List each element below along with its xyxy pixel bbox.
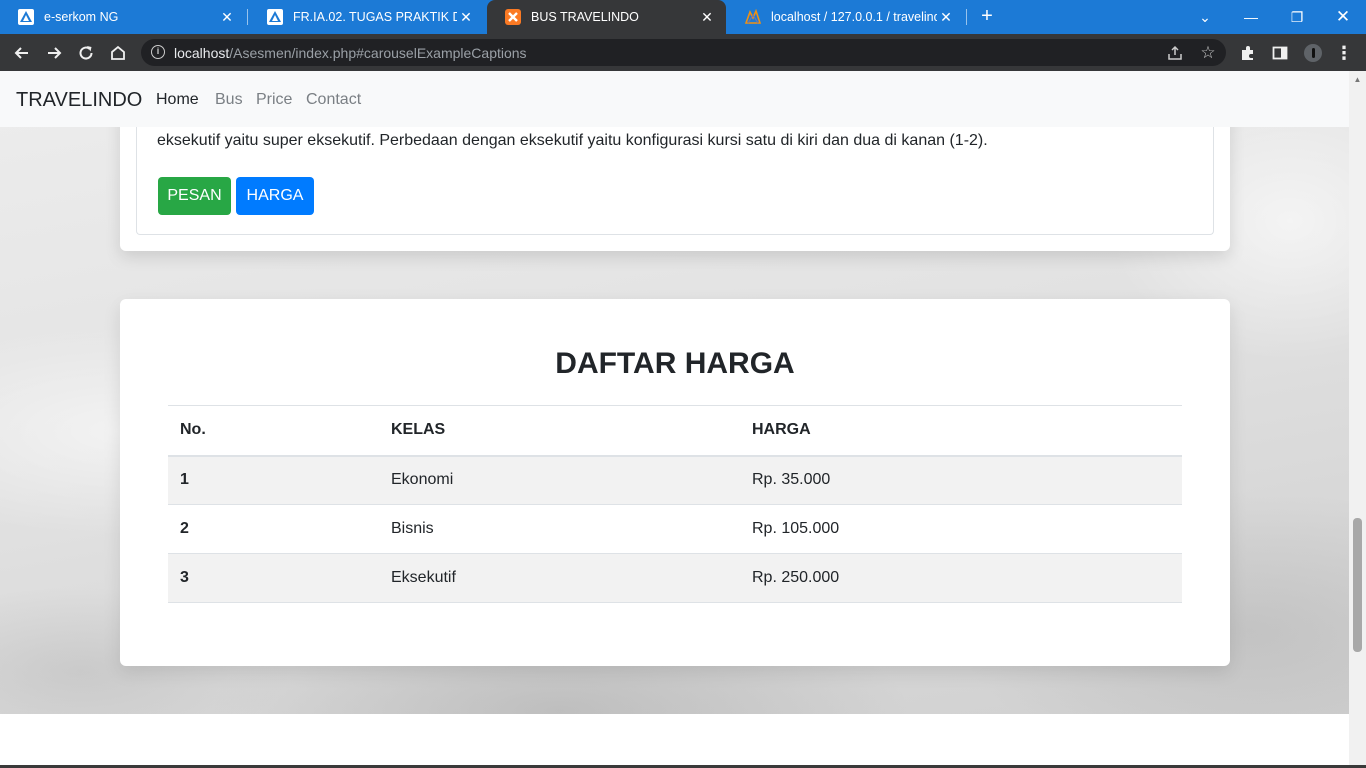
scrollbar-thumb[interactable]	[1353, 518, 1362, 652]
table-row: 2 Bisnis Rp. 105.000	[168, 504, 1182, 554]
row-kelas: Ekonomi	[379, 455, 740, 505]
row-number: 2	[168, 504, 379, 554]
tab-title: BUS TRAVELINDO	[531, 10, 639, 24]
triangle-logo-icon	[18, 9, 34, 25]
side-panel-icon[interactable]	[1267, 40, 1293, 66]
close-icon[interactable]: ✕	[218, 9, 236, 26]
row-kelas: Bisnis	[379, 504, 740, 554]
tab-separator	[966, 9, 967, 25]
back-icon[interactable]	[9, 40, 35, 66]
close-icon[interactable]: ✕	[457, 9, 475, 26]
home-icon[interactable]	[105, 40, 131, 66]
address-bar[interactable]: i localhost/Asesmen/index.php#carouselEx…	[141, 39, 1226, 66]
info-icon[interactable]: i	[151, 45, 165, 59]
table-row: 3 Eksekutif Rp. 250.000	[168, 553, 1182, 603]
new-tab-button[interactable]: +	[976, 5, 998, 29]
close-icon[interactable]: ✕	[698, 9, 716, 26]
nav-link-contact[interactable]: Contact	[306, 91, 361, 109]
page-scrollbar[interactable]: ▲	[1349, 71, 1366, 768]
restore-icon[interactable]: ❐	[1274, 0, 1320, 34]
pesan-button[interactable]: PESAN	[158, 177, 231, 215]
xampp-icon	[505, 9, 521, 25]
navbar-brand[interactable]: TRAVELINDO	[16, 89, 142, 112]
share-icon[interactable]	[1165, 43, 1185, 63]
row-kelas: Eksekutif	[379, 553, 740, 603]
triangle-logo-icon	[267, 9, 283, 25]
close-icon[interactable]: ✕	[937, 9, 955, 26]
price-table: No. KELAS HARGA 1 Ekonomi Rp. 35.000 2 B…	[168, 405, 1182, 603]
phpmyadmin-icon	[745, 9, 761, 25]
reload-icon[interactable]	[73, 40, 99, 66]
column-header-kelas: KELAS	[379, 405, 740, 457]
nav-link-home[interactable]: Home	[156, 91, 199, 109]
price-title: DAFTAR HARGA	[555, 347, 795, 380]
harga-button[interactable]: HARGA	[236, 177, 314, 215]
window-close-icon[interactable]: ✕	[1320, 0, 1366, 34]
column-header-harga: HARGA	[740, 405, 1182, 457]
site-navbar: TRAVELINDO Home Bus Price Contact	[0, 71, 1349, 127]
scroll-up-arrow-icon[interactable]: ▲	[1349, 71, 1366, 88]
forward-icon[interactable]	[41, 40, 67, 66]
url-text: localhost/Asesmen/index.php#carouselExam…	[174, 45, 527, 61]
tab-title: localhost / 127.0.0.1 / travelindo	[771, 10, 937, 24]
column-header-no: No.	[168, 405, 379, 457]
row-harga: Rp. 105.000	[740, 504, 1182, 554]
row-harga: Rp. 250.000	[740, 553, 1182, 603]
nav-link-price[interactable]: Price	[256, 91, 292, 109]
row-harga: Rp. 35.000	[740, 455, 1182, 505]
menu-kebab-icon[interactable]: ⋮	[1331, 40, 1357, 66]
contact-section-top	[0, 714, 1349, 768]
row-number: 3	[168, 553, 379, 603]
nav-link-bus[interactable]: Bus	[215, 91, 243, 109]
tab-search-icon[interactable]: ⌄	[1182, 0, 1228, 34]
table-header-row: No. KELAS HARGA	[168, 405, 1182, 457]
row-number: 1	[168, 455, 379, 505]
browser-tab[interactable]: e-serkom NG ✕	[0, 0, 246, 34]
page-viewport: tambahan pada kelas eksekutif selain ser…	[0, 71, 1349, 768]
browser-tab[interactable]: localhost / 127.0.0.1 / travelindo ✕	[727, 0, 965, 34]
tab-title: FR.IA.02. TUGAS PRAKTIK DEMONSTRASI	[293, 10, 457, 24]
minimize-icon[interactable]: —	[1228, 0, 1274, 34]
table-row: 1 Ekonomi Rp. 35.000	[168, 455, 1182, 505]
browser-tab[interactable]: FR.IA.02. TUGAS PRAKTIK DEMONSTRASI ✕	[249, 0, 485, 34]
tab-separator	[247, 9, 248, 25]
price-card: DAFTAR HARGA No. KELAS HARGA 1 Ekonomi R…	[120, 299, 1230, 666]
browser-tabstrip: e-serkom NG ✕ FR.IA.02. TUGAS PRAKTIK DE…	[0, 0, 1366, 34]
profile-avatar-icon[interactable]	[1300, 40, 1326, 66]
browser-tab-active[interactable]: BUS TRAVELINDO ✕	[487, 0, 726, 34]
extensions-icon[interactable]	[1235, 40, 1261, 66]
tab-title: e-serkom NG	[44, 10, 119, 24]
bookmark-star-icon[interactable]: ☆	[1198, 43, 1218, 63]
